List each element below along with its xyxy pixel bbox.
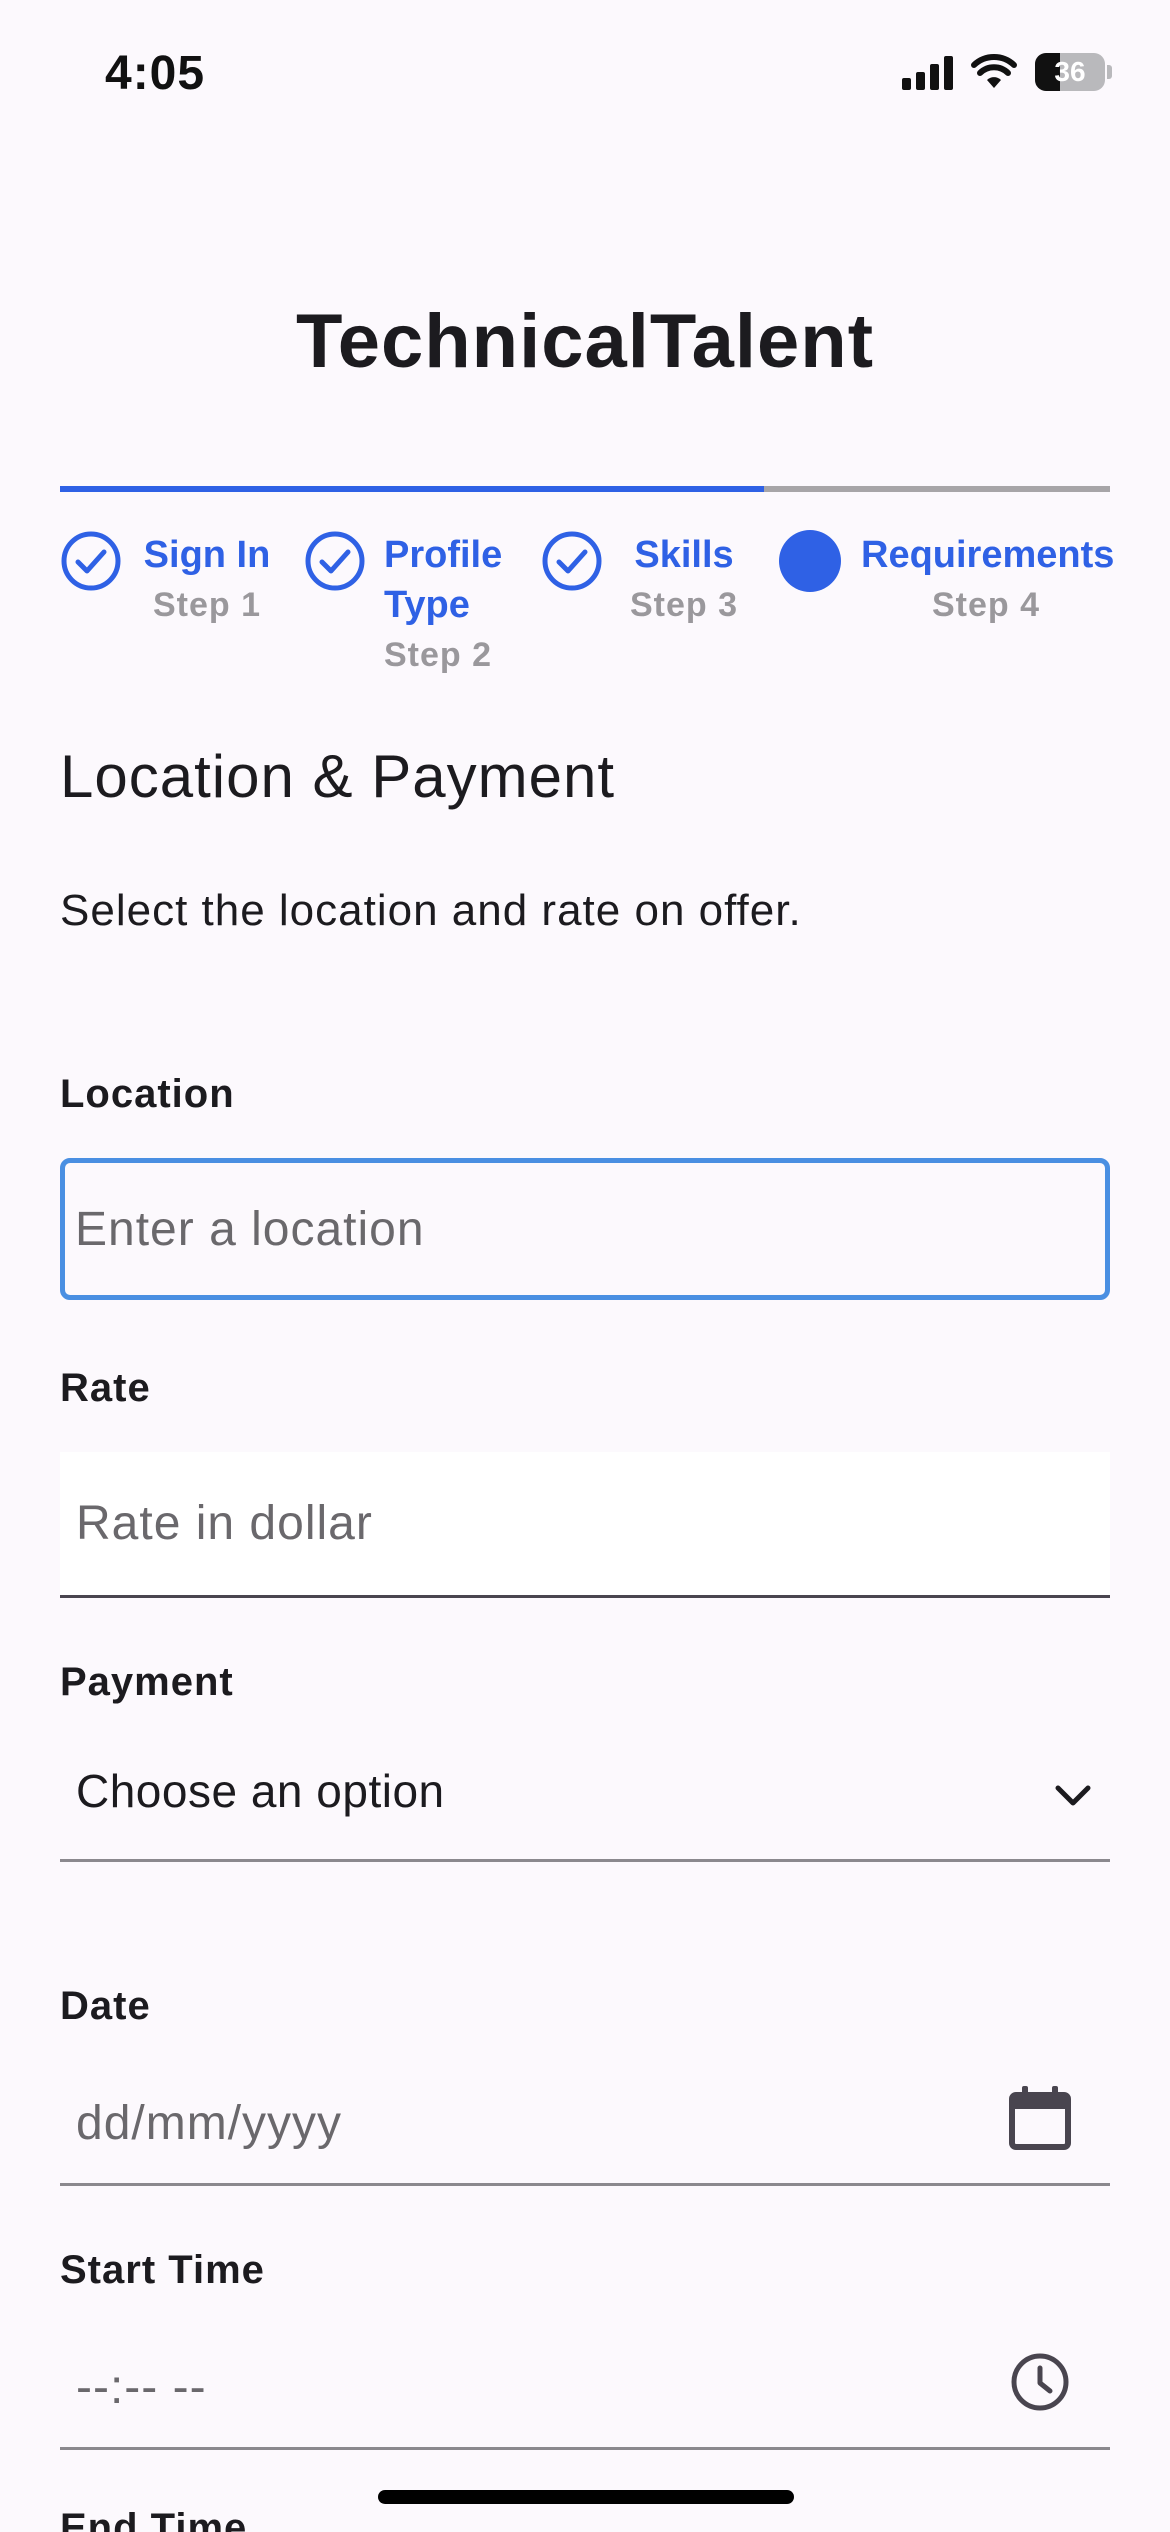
date-label: Date [60, 1984, 151, 2028]
step-label: Requirements [861, 534, 1115, 576]
rate-label: Rate [60, 1366, 151, 1410]
active-step-dot [779, 530, 841, 592]
payment-select[interactable]: Choose an option [60, 1716, 1110, 1862]
stepper-progress-fill [60, 486, 764, 492]
payment-selected-value: Choose an option [76, 1765, 445, 1817]
calendar-icon[interactable] [1006, 2084, 1074, 2152]
payment-label: Payment [60, 1660, 234, 1704]
end-time-label: End Time [60, 2506, 248, 2532]
cellular-signal-icon [902, 54, 953, 90]
check-circle-icon [542, 531, 602, 591]
screen: 4:05 36 TechnicalTalent Sign In Step 1 P… [0, 0, 1170, 2532]
wifi-icon [971, 54, 1017, 88]
step-label: Skills [634, 534, 734, 576]
start-time-value: --:-- -- [76, 2361, 207, 2414]
status-time: 4:05 [105, 47, 206, 100]
location-input[interactable] [60, 1158, 1110, 1300]
battery-percent: 36 [1054, 56, 1086, 87]
date-input[interactable]: dd/mm/yyyy [60, 2046, 1110, 2186]
step-label: Profile Type [384, 534, 503, 626]
clock-icon[interactable] [1006, 2348, 1074, 2416]
step-number: Step 1 [152, 586, 262, 624]
date-value: dd/mm/yyyy [76, 2097, 343, 2150]
home-indicator[interactable] [378, 2490, 794, 2504]
check-circle-icon [61, 531, 121, 591]
battery-tip [1107, 65, 1112, 79]
start-time-label: Start Time [60, 2248, 265, 2292]
step-label: Sign In [143, 534, 271, 576]
section-title: Location & Payment [60, 743, 615, 810]
battery-icon: 36 [1035, 53, 1105, 91]
section-description: Select the location and rate on offer. [60, 886, 802, 935]
rate-input[interactable] [60, 1452, 1110, 1598]
status-icons: 36 [902, 52, 1112, 92]
check-circle-icon [305, 531, 365, 591]
step-number: Step 3 [629, 586, 739, 624]
stepper-progress-track [60, 486, 1110, 492]
start-time-input[interactable]: --:-- -- [60, 2310, 1110, 2450]
location-label: Location [60, 1072, 235, 1116]
chevron-down-icon [1055, 1785, 1091, 1806]
app-title: TechnicalTalent [295, 299, 875, 384]
step-number: Step 4 [931, 586, 1041, 624]
step-number: Step 2 [384, 636, 493, 674]
